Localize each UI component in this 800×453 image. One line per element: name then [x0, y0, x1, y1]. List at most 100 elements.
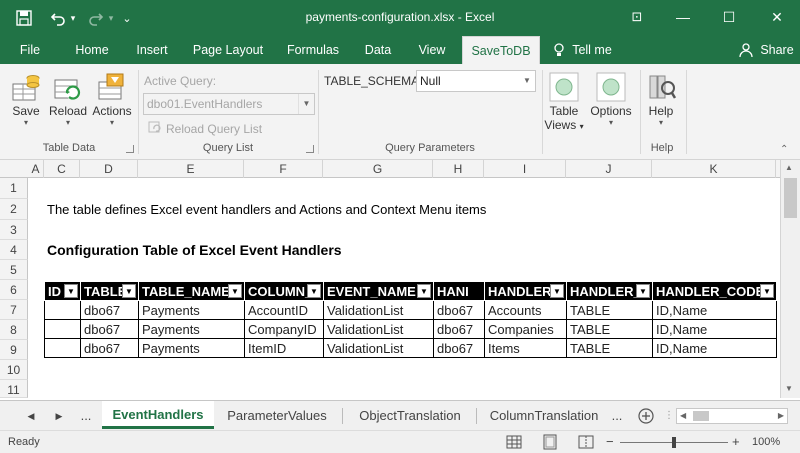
tell-me-search[interactable]: Tell me: [570, 36, 614, 64]
active-query-combo[interactable]: dbo01.EventHandlers ▼: [143, 93, 315, 115]
table-cell[interactable]: TABLE: [566, 319, 653, 339]
save-to-db-button[interactable]: Save ▾: [8, 68, 44, 127]
column-header[interactable]: F: [244, 160, 323, 178]
options-button[interactable]: Options ▾: [588, 68, 634, 127]
help-button[interactable]: Help ▾: [642, 68, 680, 127]
row-header[interactable]: 5: [0, 260, 28, 280]
tab-formulas[interactable]: Formulas: [280, 36, 346, 64]
ribbon-display-options-icon[interactable]: ⊡: [614, 0, 660, 34]
table-cell[interactable]: Items: [484, 338, 567, 358]
filter-dropdown-icon[interactable]: ▼: [64, 284, 78, 298]
tab-view[interactable]: View: [410, 36, 454, 64]
column-header[interactable]: H: [433, 160, 484, 178]
table-cell[interactable]: dbo67: [433, 338, 485, 358]
scroll-right-icon[interactable]: ▶: [778, 409, 784, 423]
scroll-tabs-right-icon[interactable]: ▶: [52, 401, 66, 431]
horizontal-scrollbar[interactable]: ◀ ▶: [676, 408, 788, 424]
table-cell[interactable]: ID,Name: [652, 338, 777, 358]
page-break-view-icon[interactable]: [578, 434, 594, 453]
table-cell[interactable]: [44, 300, 81, 320]
column-header[interactable]: K: [652, 160, 776, 178]
column-header[interactable]: C: [44, 160, 80, 178]
add-sheet-icon[interactable]: [636, 401, 656, 431]
row-header[interactable]: 7: [0, 300, 28, 320]
row-header[interactable]: 6: [0, 280, 28, 300]
vertical-scrollbar[interactable]: ▲ ▼: [780, 160, 800, 398]
scroll-down-icon[interactable]: ▼: [785, 384, 793, 393]
filter-dropdown-icon[interactable]: ▼: [760, 284, 774, 298]
column-header[interactable]: G: [323, 160, 433, 178]
more-sheets-left[interactable]: ...: [76, 401, 96, 431]
filter-dropdown-icon[interactable]: ▼: [307, 284, 321, 298]
table-cell[interactable]: ValidationList: [323, 338, 434, 358]
table-cell[interactable]: dbo67: [433, 300, 485, 320]
header-id[interactable]: ID ▼: [44, 281, 81, 301]
save-dropdown-icon[interactable]: ▾: [8, 118, 44, 127]
close-button[interactable]: ✕: [754, 0, 800, 34]
table-cell[interactable]: ID,Name: [652, 319, 777, 339]
row-header[interactable]: 9: [0, 340, 28, 360]
table-schema-combo[interactable]: Null ▼: [416, 70, 536, 92]
sheet-tab-parametervalues[interactable]: ParameterValues: [218, 401, 336, 431]
more-sheets-right[interactable]: ...: [608, 401, 626, 431]
tab-savetodb[interactable]: SaveToDB: [462, 36, 540, 64]
table-cell[interactable]: dbo67: [433, 319, 485, 339]
header-handler-code[interactable]: HANDLER_CODE ▼: [652, 281, 777, 301]
filter-dropdown-icon[interactable]: ▼: [636, 284, 650, 298]
header-event-name[interactable]: EVENT_NAME ▼: [323, 281, 434, 301]
row-header[interactable]: 4: [0, 240, 28, 260]
row-header[interactable]: 11: [0, 380, 28, 398]
minimize-button[interactable]: —: [660, 0, 706, 34]
tab-home[interactable]: Home: [68, 36, 116, 64]
maximize-button[interactable]: ☐: [706, 0, 752, 34]
table-views-button[interactable]: Table Views ▾: [544, 68, 584, 132]
table-cell[interactable]: dbo67: [80, 338, 139, 358]
scroll-left-icon[interactable]: ◀: [680, 409, 686, 423]
table-cell[interactable]: ValidationList: [323, 319, 434, 339]
page-layout-view-icon[interactable]: [542, 434, 558, 453]
zoom-in-icon[interactable]: +: [732, 434, 740, 449]
actions-button[interactable]: Actions ▾: [90, 68, 134, 127]
table-cell[interactable]: CompanyID: [244, 319, 324, 339]
table-cell[interactable]: ID,Name: [652, 300, 777, 320]
header-handler-type[interactable]: HANDLER_ ▼: [566, 281, 653, 301]
column-header[interactable]: E: [138, 160, 244, 178]
sheet-tab-objecttranslation[interactable]: ObjectTranslation: [348, 401, 472, 431]
row-header[interactable]: 2: [0, 199, 28, 220]
header-column[interactable]: COLUMN_ ▼: [244, 281, 324, 301]
tab-split-handle-icon[interactable]: ⋮: [664, 401, 674, 431]
normal-view-icon[interactable]: [506, 434, 522, 453]
query-list-launcher-icon[interactable]: [306, 145, 314, 153]
table-cell[interactable]: AccountID: [244, 300, 324, 320]
header-handler-name[interactable]: HANDLER_ ▼: [484, 281, 567, 301]
heading-cell[interactable]: Configuration Table of Excel Event Handl…: [47, 242, 342, 258]
filter-dropdown-icon[interactable]: ▼: [417, 284, 431, 298]
table-cell[interactable]: ValidationList: [323, 300, 434, 320]
header-table-name[interactable]: TABLE_NAME ▼: [138, 281, 245, 301]
actions-dropdown-icon[interactable]: ▾: [90, 118, 134, 127]
table-cell[interactable]: ItemID: [244, 338, 324, 358]
table-cell[interactable]: Accounts: [484, 300, 567, 320]
zoom-slider-thumb[interactable]: [672, 437, 676, 448]
column-header[interactable]: I: [484, 160, 566, 178]
row-header[interactable]: 10: [0, 360, 28, 380]
table-cell[interactable]: Payments: [138, 300, 245, 320]
description-cell[interactable]: The table defines Excel event handlers a…: [47, 202, 486, 217]
row-header[interactable]: 3: [0, 220, 28, 240]
tab-file[interactable]: File: [10, 36, 50, 64]
table-cell[interactable]: [44, 338, 81, 358]
table-cell[interactable]: dbo67: [80, 319, 139, 339]
collapse-ribbon-icon[interactable]: ⌃: [780, 144, 788, 155]
sort-asc-filter-icon[interactable]: ▼: [550, 284, 564, 298]
reload-button[interactable]: Reload ▾: [48, 68, 88, 127]
sheet-tab-eventhandlers[interactable]: EventHandlers: [102, 401, 214, 429]
tab-data[interactable]: Data: [356, 36, 400, 64]
zoom-level[interactable]: 100%: [752, 436, 780, 448]
row-header[interactable]: 1: [0, 178, 28, 199]
tab-page-layout[interactable]: Page Layout: [186, 36, 270, 64]
table-cell[interactable]: Companies: [484, 319, 567, 339]
sort-asc-filter-icon[interactable]: ▼: [122, 284, 136, 298]
table-cell[interactable]: [44, 319, 81, 339]
column-header[interactable]: A: [28, 160, 44, 178]
help-dropdown-icon[interactable]: ▾: [642, 118, 680, 127]
